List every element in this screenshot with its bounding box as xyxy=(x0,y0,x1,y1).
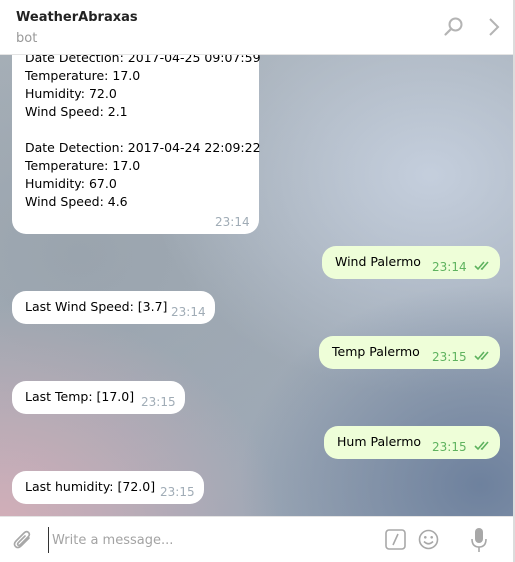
chat-subtitle: bot xyxy=(16,31,38,46)
message-time: 23:15 xyxy=(432,350,467,364)
emoji-icon[interactable] xyxy=(418,529,439,550)
message-time: 23:14 xyxy=(215,215,250,229)
message-bubble-outgoing[interactable]: Hum Palermo 23:15 xyxy=(324,426,500,459)
message-bubble-incoming[interactable]: Last Temp: [17.0] 23:15 xyxy=(12,381,185,414)
message-bubble-outgoing[interactable]: Temp Palermo 23:15 xyxy=(319,336,500,369)
chat-header: WeatherAbraxas bot xyxy=(0,0,513,55)
slash-commands-icon[interactable] xyxy=(385,529,406,550)
message-time: 23:15 xyxy=(141,395,176,409)
message-text: Temp Palermo xyxy=(332,344,420,359)
message-list[interactable]: Date Detection: 2017-04-25 09:07:59 Temp… xyxy=(0,55,513,516)
message-line: Date Detection: 2017-04-24 22:09:22 xyxy=(25,140,261,155)
message-bubble-incoming[interactable]: Last humidity: [72.0] 23:15 xyxy=(12,471,204,504)
message-line: Date Detection: 2017-04-25 09:07:59 xyxy=(25,55,261,65)
message-line: Wind Speed: 4.6 xyxy=(25,194,128,209)
microphone-icon[interactable] xyxy=(470,527,488,553)
message-text: Last humidity: [72.0] xyxy=(25,479,156,494)
message-bubble-outgoing[interactable]: Wind Palermo 23:14 xyxy=(322,246,500,279)
message-composer xyxy=(0,516,513,562)
message-text: Wind Palermo xyxy=(335,254,421,269)
message-line: Humidity: 72.0 xyxy=(25,86,117,101)
message-time: 23:15 xyxy=(160,485,195,499)
double-check-icon xyxy=(474,351,489,361)
search-icon[interactable] xyxy=(443,16,465,38)
message-line: Wind Speed: 2.1 xyxy=(25,104,128,119)
message-line: Temperature: 17.0 xyxy=(25,68,141,83)
message-text: Last Wind Speed: [3.7] xyxy=(25,299,168,314)
message-line xyxy=(25,121,261,139)
message-line: Temperature: 17.0 xyxy=(25,158,141,173)
message-text: Hum Palermo xyxy=(337,434,422,449)
message-text: Date Detection: 2017-04-25 09:07:59 Temp… xyxy=(25,55,261,211)
message-time: 23:15 xyxy=(432,440,467,454)
message-bubble-incoming[interactable]: Last Wind Speed: [3.7] 23:14 xyxy=(12,291,215,324)
paperclip-icon[interactable] xyxy=(12,529,34,551)
message-bubble-incoming[interactable]: Date Detection: 2017-04-25 09:07:59 Temp… xyxy=(12,55,261,234)
telegram-window: WeatherAbraxas bot Date Detection: 2017-… xyxy=(0,0,515,562)
message-line: Humidity: 67.0 xyxy=(25,176,117,191)
double-check-icon xyxy=(474,261,489,271)
message-input[interactable] xyxy=(48,527,368,553)
double-check-icon xyxy=(474,441,489,451)
chat-title[interactable]: WeatherAbraxas xyxy=(16,10,138,25)
message-time: 23:14 xyxy=(432,260,467,274)
message-text: Last Temp: [17.0] xyxy=(25,389,135,404)
chevron-right-icon[interactable] xyxy=(484,16,506,38)
message-time: 23:14 xyxy=(171,305,206,319)
